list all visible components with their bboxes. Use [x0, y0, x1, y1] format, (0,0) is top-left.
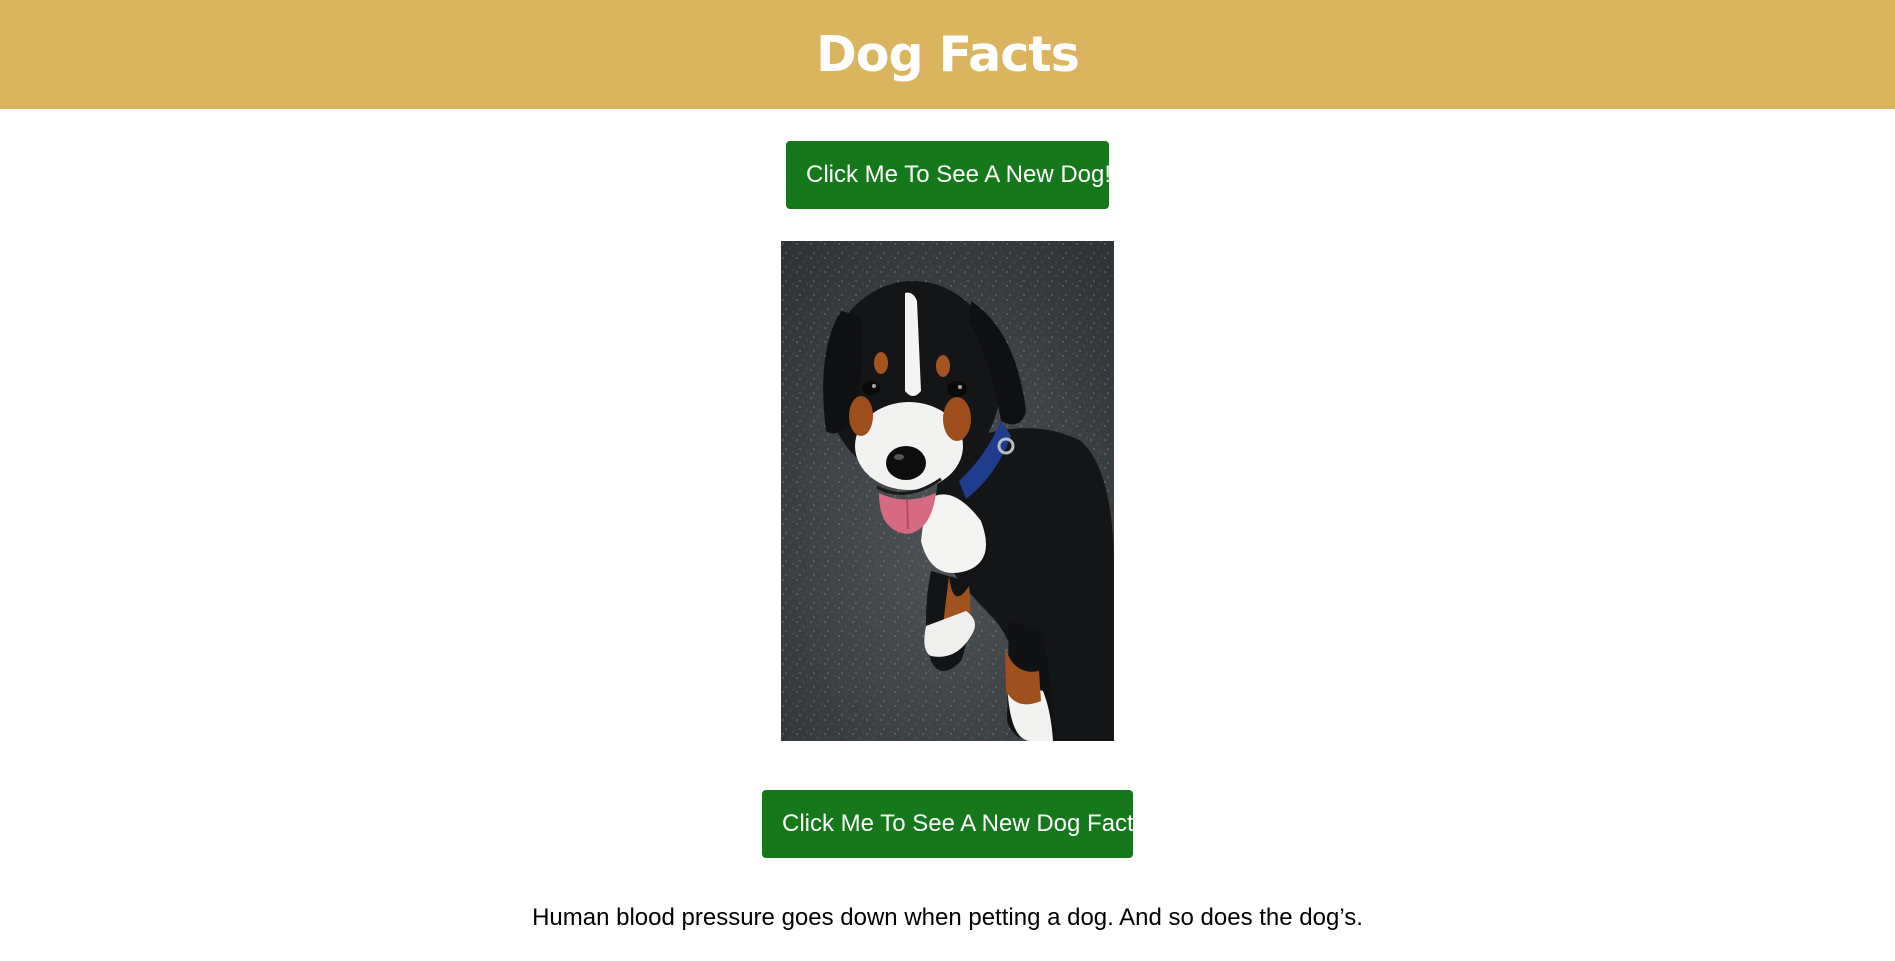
new-fact-button[interactable]: Click Me To See A New Dog Fact! [762, 790, 1140, 858]
site-title: Dog Facts [816, 26, 1080, 83]
new-dog-button[interactable]: Click Me To See A New Dog! [786, 141, 1111, 209]
site-header: Dog Facts [0, 0, 1895, 109]
dog-image [781, 241, 1114, 741]
dog-fact-text: Human blood pressure goes down when pett… [532, 904, 1363, 931]
main-content: Click Me To See A New Dog! Click Me To S… [0, 109, 1895, 932]
